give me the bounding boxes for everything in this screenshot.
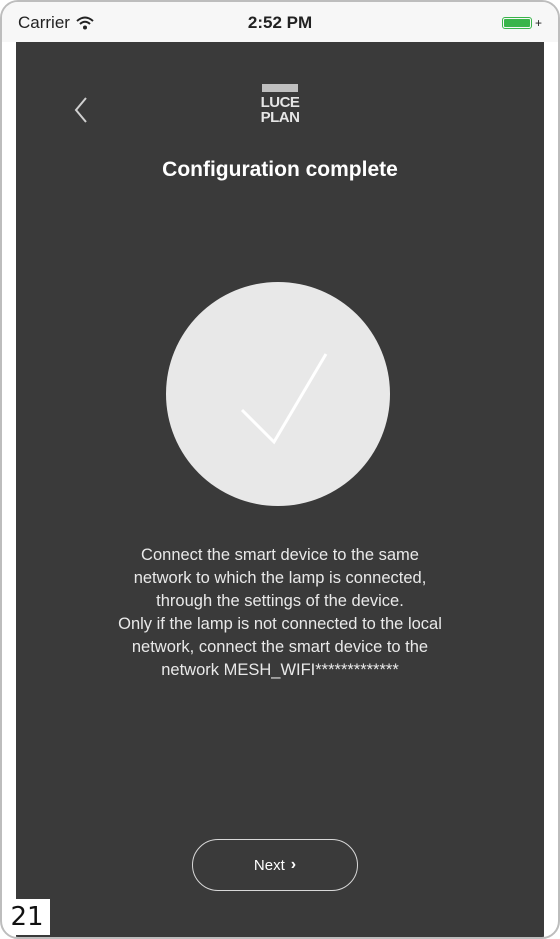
instructions-line: Only if the lamp is not connected to the… [118,615,442,633]
instructions-line: through the settings of the device. [156,592,404,610]
instructions-line: network to which the lamp is connected, [133,569,427,587]
status-bar: Carrier 2:52 PM + [2,2,558,42]
status-time: 2:52 PM [247,13,313,32]
page-title: Configuration complete [162,158,398,181]
luceplan-logo: LUCE PLAN [254,84,306,134]
back-button[interactable] [68,90,98,130]
phone-frame: Carrier 2:52 PM + LUCE PLAN Configuratio… [0,0,560,939]
instructions-line: network MESH_WIFI************* [161,661,399,679]
battery-icon [501,17,532,29]
charging-icon: + [534,16,542,30]
next-button-label: Next [253,856,285,874]
success-circle [166,282,390,506]
battery-indicator: + [501,16,542,30]
logo-text-line1: LUCE [260,94,300,111]
app-screen: LUCE PLAN Configuration complete Connect… [16,42,544,937]
instructions-line: network, connect the smart device to the [131,638,429,656]
logo-text-line2: PLAN [260,109,300,126]
next-button[interactable]: Next › [192,839,358,891]
page-number-label: 21 [4,899,50,935]
checkmark-icon [240,353,328,445]
instructions-text: Connect the smart device to the same net… [38,544,522,682]
chevron-left-icon [74,97,87,123]
instructions-line: Connect the smart device to the same [141,546,419,564]
chevron-right-icon: › [290,856,297,873]
